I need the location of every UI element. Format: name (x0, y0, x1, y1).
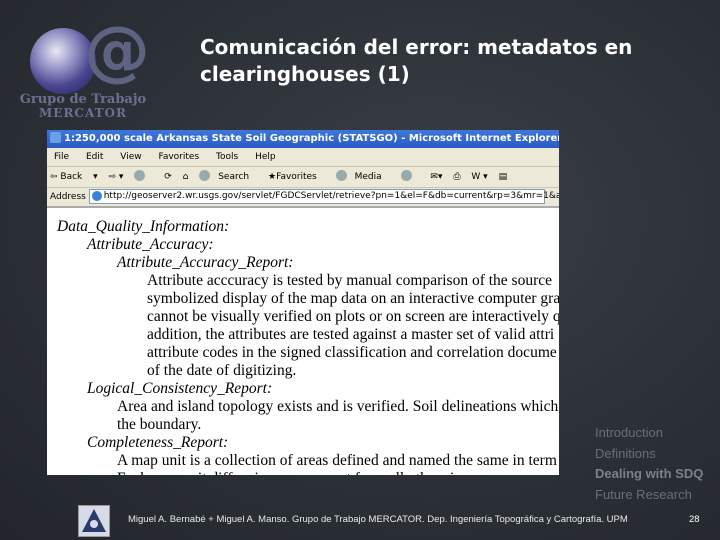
browser-title-bar: 1:250,000 scale Arkansas State Soil Geog… (47, 130, 559, 148)
stop-button[interactable] (134, 170, 153, 182)
page-number: 28 (689, 514, 700, 525)
text-line: Each map unit differs in some respect fr… (57, 470, 559, 475)
menu-bar: File Edit View Favorites Tools Help (47, 148, 559, 167)
nav-item-introduction[interactable]: Introduction (595, 423, 703, 444)
history-icon (400, 170, 412, 181)
browser-screenshot: 1:250,000 scale Arkansas State Soil Geog… (47, 130, 559, 475)
footer-credits: Miguel A. Bernabé + Miguel A. Manso. Gru… (128, 514, 628, 525)
nav-item-definitions[interactable]: Definitions (595, 444, 703, 465)
text-line: Attribute acccuracy is tested by manual … (147, 272, 553, 289)
logo-line2: MERCATOR (39, 106, 127, 120)
media-button[interactable]: Media (335, 170, 390, 182)
heading-attribute-accuracy: Attribute_Accuracy: (87, 236, 214, 253)
at-sign-icon: @ (84, 12, 150, 89)
media-icon (335, 170, 347, 181)
stop-icon (134, 170, 146, 181)
heading-completeness: Completeness_Report: (87, 434, 229, 451)
browser-toolbar: ⇦ Back ▾ ⇨ ▾ ⟳ ⌂ Search ★Favorites Media… (47, 167, 559, 188)
back-button[interactable]: ⇦ Back ▾ (50, 172, 98, 182)
upm-logo-icon (78, 505, 110, 537)
back-label: Back (60, 172, 83, 182)
search-label: Search (218, 172, 250, 182)
text-line: symbolized display of the map data on an… (147, 290, 559, 307)
heading-attribute-accuracy-report: Attribute_Accuracy_Report: (117, 254, 294, 271)
media-label: Media (354, 172, 382, 182)
print-button[interactable]: ⎙ (453, 172, 460, 182)
logo-line1: Grupo de Trabajo (19, 92, 147, 107)
mail-button[interactable]: ✉▾ (430, 172, 442, 182)
menu-tools[interactable]: Tools (216, 152, 238, 162)
menu-view[interactable]: View (120, 152, 141, 162)
refresh-button[interactable]: ⟳ (164, 172, 172, 182)
heading-logical-consistency: Logical_Consistency_Report: (87, 380, 273, 397)
search-button[interactable]: Search (199, 170, 257, 182)
forward-button[interactable]: ⇨ ▾ (109, 172, 124, 182)
search-icon (199, 170, 211, 181)
text-line: Area and island topology exists and is v… (117, 398, 559, 415)
address-input[interactable]: http://geoserver2.wr.usgs.gov/servlet/FG… (88, 189, 559, 204)
menu-file[interactable]: File (54, 152, 69, 162)
text-line: A map unit is a collection of areas defi… (117, 452, 557, 469)
address-bar: Address http://geoserver2.wr.usgs.gov/se… (47, 188, 559, 208)
home-button[interactable]: ⌂ (183, 172, 189, 182)
favorites-button[interactable]: ★Favorites (268, 172, 325, 182)
metadata-content: Data_Quality_Information: Attribute_Accu… (47, 208, 559, 475)
text-line: of the date of digitizing. (147, 362, 297, 379)
favorites-label: Favorites (276, 172, 317, 182)
text-line: addition, the attributes are tested agai… (147, 326, 555, 343)
edit-button[interactable]: W ▾ (471, 172, 487, 182)
ie-icon (50, 132, 61, 143)
section-nav: Introduction Definitions Dealing with SD… (595, 423, 703, 505)
slide-title: Comunicación del error: metadatos en cle… (200, 35, 633, 86)
menu-edit[interactable]: Edit (86, 152, 103, 162)
text-line: the boundary. (117, 416, 202, 433)
menu-help[interactable]: Help (255, 152, 276, 162)
text-line: attribute codes in the signed classifica… (147, 344, 557, 361)
window-title: 1:250,000 scale Arkansas State Soil Geog… (64, 133, 559, 144)
heading-data-quality: Data_Quality_Information: (57, 218, 230, 235)
nav-item-future-research[interactable]: Future Research (595, 485, 703, 506)
nav-item-dealing-with-sdq[interactable]: Dealing with SDQ (595, 464, 703, 485)
mercator-logo: @ Grupo de Trabajo MERCATOR (14, 12, 164, 121)
discuss-button[interactable]: ▤ (499, 172, 508, 182)
text-line: cannot be visually verified on plots or … (147, 308, 559, 325)
history-button[interactable] (400, 170, 420, 182)
address-label: Address (50, 192, 86, 202)
menu-favorites[interactable]: Favorites (158, 152, 199, 162)
